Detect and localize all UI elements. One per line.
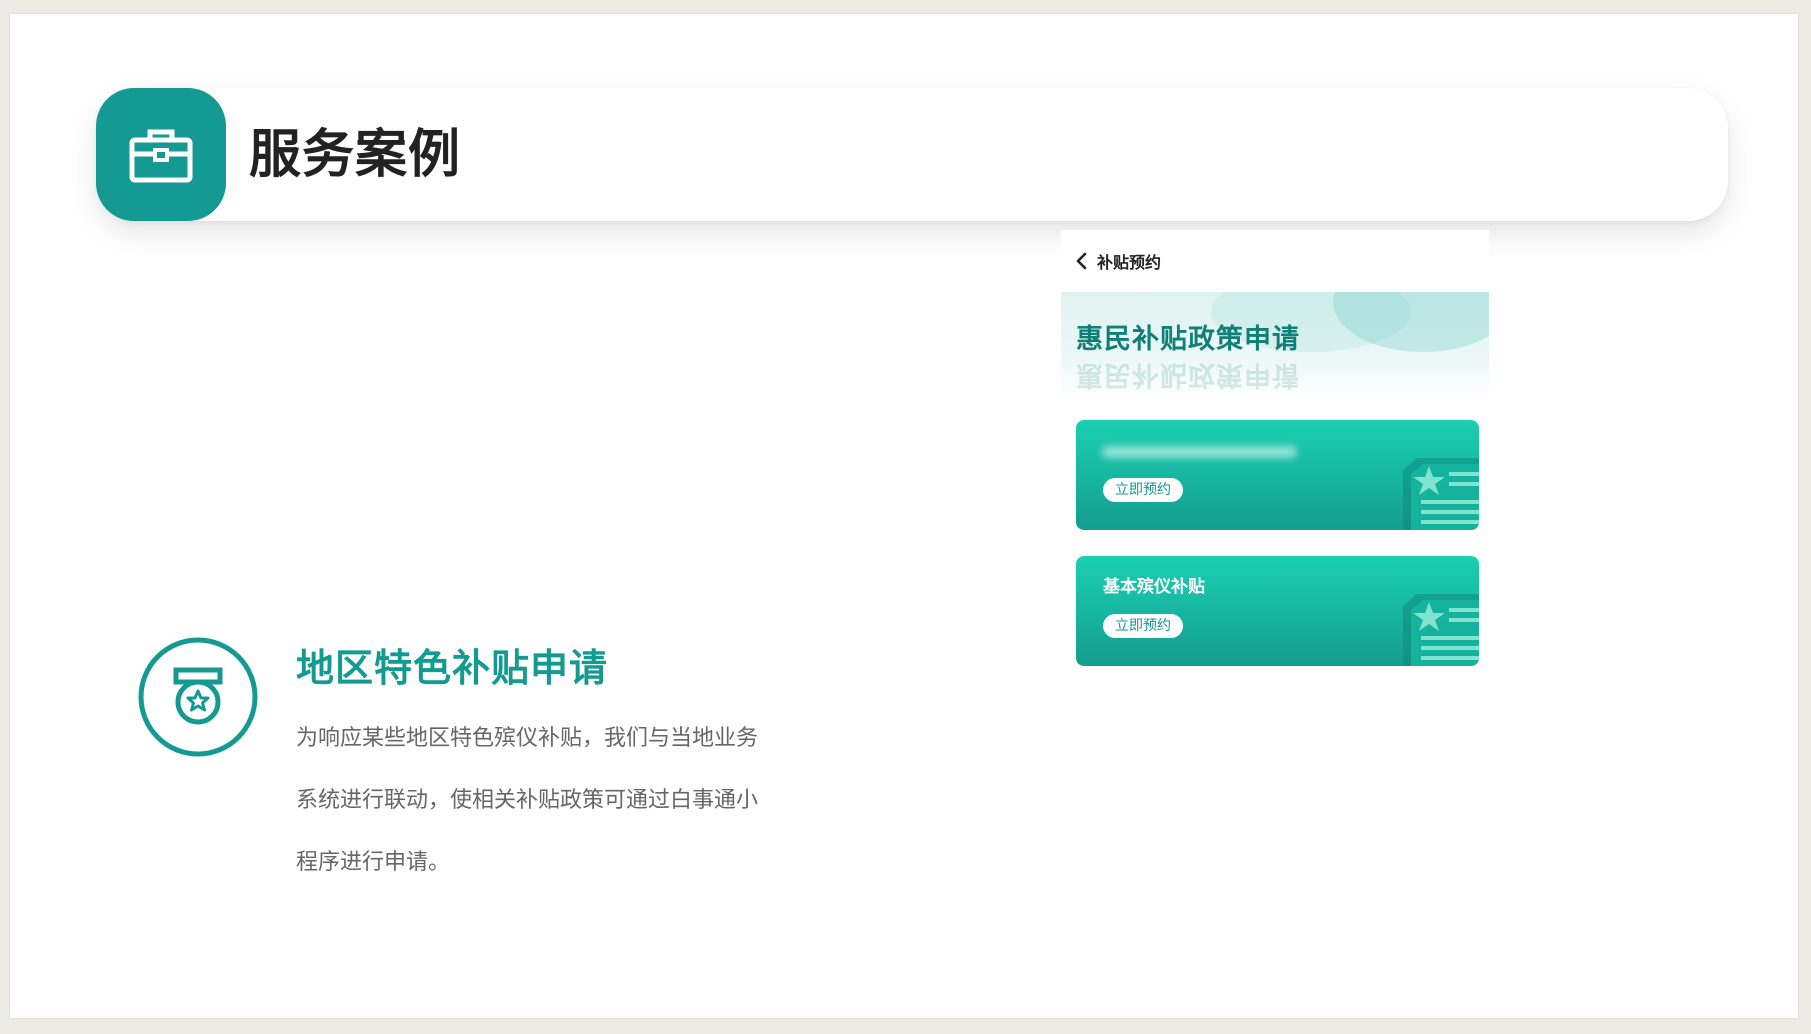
feature-description-line: 系统进行联动，使相关补贴政策可通过白事通小 [296,788,759,813]
certificate-star-icon [1403,594,1479,666]
phone-nav-bar: 补贴预约 [1061,230,1489,292]
card-title: 基本殡仪补贴 [1103,577,1205,597]
header-icon-box [96,88,226,221]
phone-banner: 惠民补贴政策申请 惠民补贴政策申请 [1061,292,1489,402]
blurred-card-name [1102,446,1297,458]
banner-title: 惠民补贴政策申请 [1076,324,1300,355]
feature-description-line: 程序进行申请。 [296,850,451,875]
briefcase-icon [129,129,193,182]
book-now-button[interactable]: 立即预约 [1103,478,1183,502]
book-now-button[interactable]: 立即预约 [1103,614,1183,638]
medal-star-icon [138,637,258,757]
back-chevron-icon[interactable] [1067,246,1097,276]
subsidy-card[interactable]: 基本殡仪补贴 立即预约 [1076,556,1479,666]
phone-screenshot: 补贴预约 惠民补贴政策申请 惠民补贴政策申请 立即预约 基本殡仪补贴 立即预约 [1061,230,1489,680]
feature-title: 地区特色补贴申请 [296,645,609,690]
certificate-star-icon [1403,458,1479,530]
header-bar: 服务案例 [96,88,1728,221]
feature-description: 为响应某些地区特色殡仪补贴，我们与当地业务 系统进行联动，使相关补贴政策可通过白… [296,708,786,894]
subsidy-card[interactable]: 立即预约 [1076,420,1479,530]
page-title: 服务案例 [249,124,462,185]
banner-title-reflection: 惠民补贴政策申请 [1076,359,1300,390]
phone-nav-title: 补贴预约 [1097,253,1162,272]
feature-description-line: 为响应某些地区特色殡仪补贴，我们与当地业务 [296,726,759,751]
slide: 服务案例 地区特色补贴申请 为响应某些地区特色殡仪补贴，我们与当地业务 系统进行… [10,14,1798,1018]
